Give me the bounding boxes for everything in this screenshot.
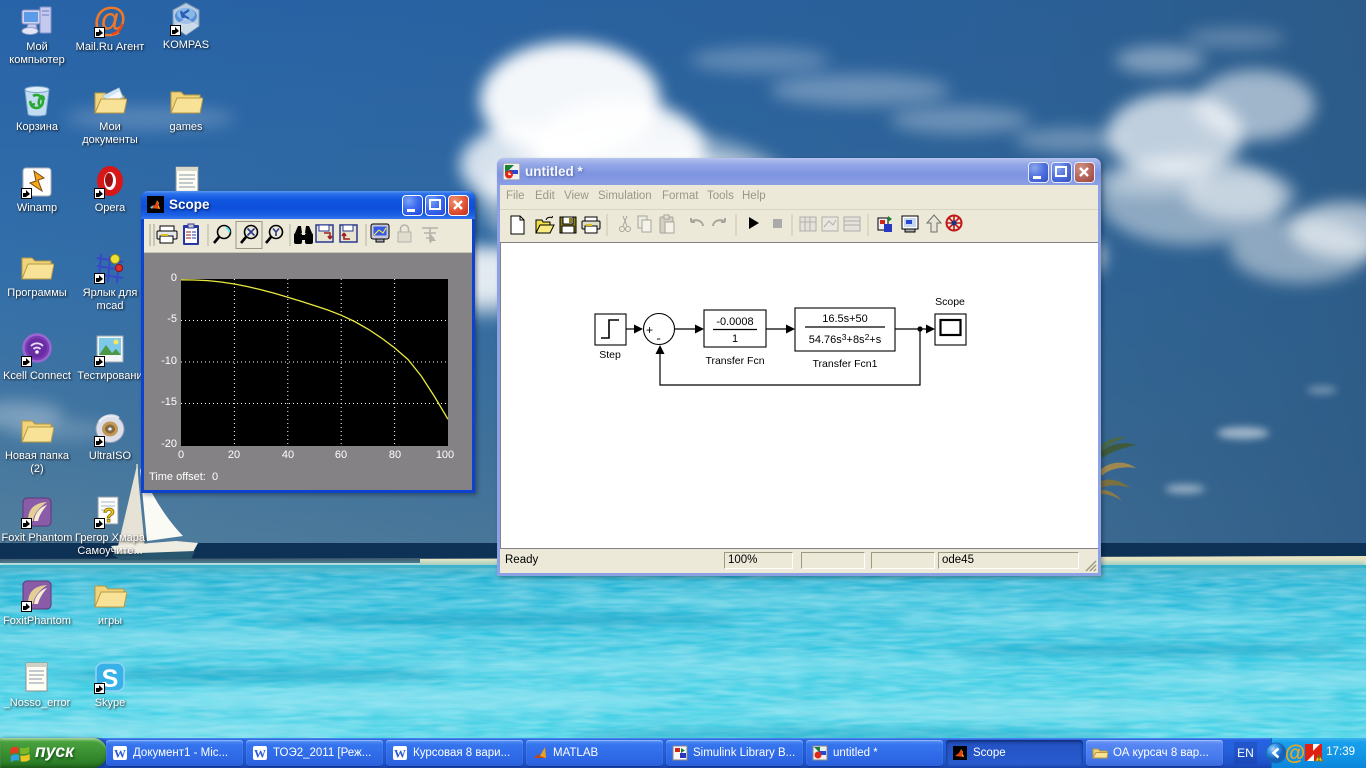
svg-text:-: - xyxy=(655,332,662,346)
svg-text:W: W xyxy=(394,747,406,761)
svg-text:Transfer Fcn: Transfer Fcn xyxy=(705,355,764,367)
svg-text:Step: Step xyxy=(599,349,621,361)
svg-text:Scope: Scope xyxy=(935,296,965,308)
svg-text:Transfer Fcn1: Transfer Fcn1 xyxy=(813,358,878,370)
svg-text:1: 1 xyxy=(732,333,738,345)
svg-text:-0.0008: -0.0008 xyxy=(716,316,753,328)
svg-text:+: + xyxy=(646,323,653,337)
svg-text:W: W xyxy=(114,747,126,761)
svg-text:!: ! xyxy=(1318,757,1320,763)
svg-text:@: @ xyxy=(1285,742,1305,764)
svg-text:W: W xyxy=(254,747,266,761)
svg-text:16.5s+50: 16.5s+50 xyxy=(822,313,868,325)
